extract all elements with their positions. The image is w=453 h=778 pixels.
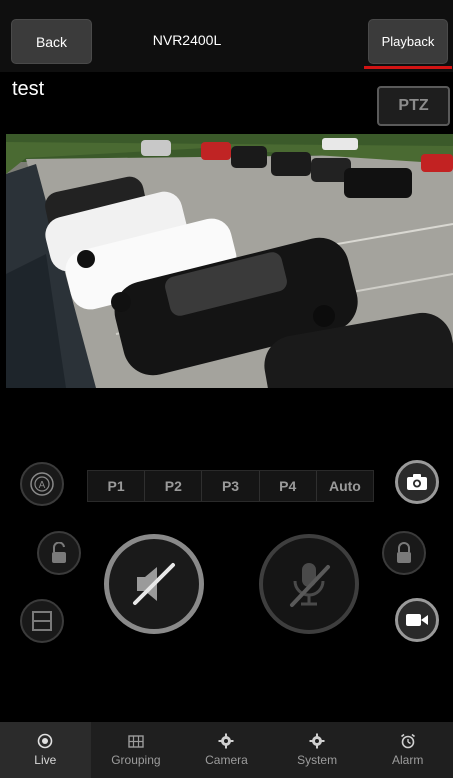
lock-button[interactable] [382, 531, 426, 575]
nav-live-label: Live [34, 753, 57, 767]
playback-button[interactable]: Playback [368, 19, 448, 64]
preset-p3[interactable]: P3 [202, 471, 260, 501]
live-icon [37, 733, 53, 749]
split-layout-icon [32, 611, 52, 631]
gear-icon [309, 733, 325, 749]
preset-p4[interactable]: P4 [259, 471, 317, 501]
nav-grouping-label: Grouping [111, 753, 161, 767]
record-button[interactable] [395, 598, 439, 642]
nav-system-label: System [297, 753, 338, 767]
grouping-icon [128, 735, 144, 748]
svg-text:A: A [39, 480, 46, 491]
camera-icon [407, 474, 427, 490]
nav-camera-label: Camera [205, 753, 248, 767]
speaker-muted-icon [133, 563, 175, 605]
microphone-muted-icon [290, 563, 330, 607]
preset-p2[interactable]: P2 [145, 471, 203, 501]
nav-alarm-label: Alarm [392, 753, 424, 767]
video-record-icon [406, 614, 428, 626]
preset-auto[interactable]: Auto [316, 471, 374, 501]
nav-system[interactable]: System [272, 722, 363, 778]
top-bar: Back NVR2400L Playback [0, 0, 453, 72]
layout-button[interactable] [20, 599, 64, 643]
nav-live[interactable]: Live [0, 722, 91, 778]
bottom-navigation: Live Grouping Camera System Alarm [0, 722, 453, 778]
nav-grouping[interactable]: Grouping [91, 722, 182, 778]
lock-icon [397, 542, 411, 563]
nav-camera[interactable]: Camera [181, 722, 272, 778]
unlock-button[interactable] [37, 531, 81, 575]
preset-p1[interactable]: P1 [88, 471, 146, 501]
live-video-feed[interactable] [6, 134, 453, 388]
channel-name: test [12, 78, 45, 100]
unlock-icon [52, 542, 66, 563]
device-title: NVR2400L [152, 32, 222, 48]
snapshot-button[interactable] [395, 460, 439, 504]
auto-iris-icon: A [30, 472, 54, 496]
ptz-button[interactable]: PTZ [377, 86, 450, 126]
auto-iris-button[interactable]: A [20, 462, 64, 506]
nav-alarm[interactable]: Alarm [362, 722, 453, 778]
audio-toggle-button[interactable] [104, 534, 204, 634]
talk-toggle-button[interactable] [259, 534, 359, 634]
gear-icon [218, 733, 234, 749]
preset-selector: P1 P2 P3 P4 Auto [87, 470, 374, 502]
back-button[interactable]: Back [11, 19, 92, 64]
alarm-clock-icon [400, 733, 415, 749]
playback-active-indicator [364, 66, 452, 69]
camera-scene-image [6, 134, 453, 388]
